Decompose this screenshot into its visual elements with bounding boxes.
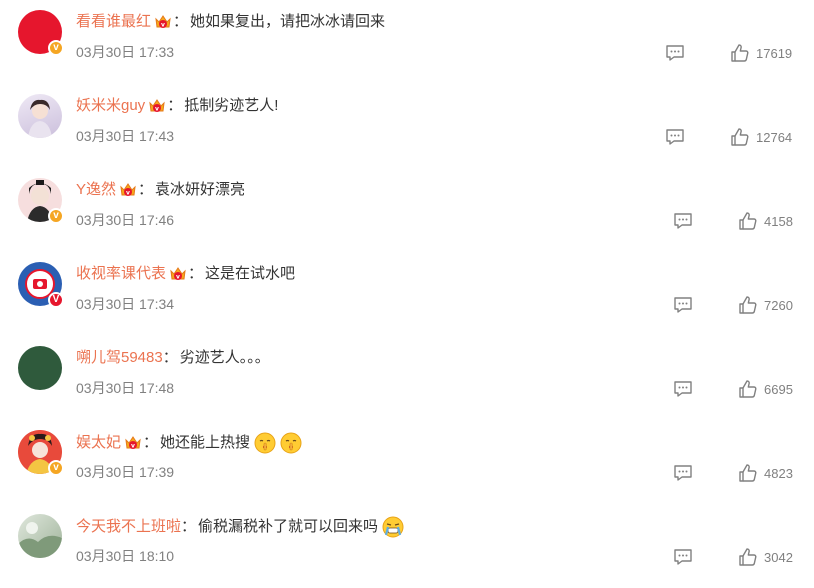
avatar[interactable]: v <box>18 430 64 476</box>
cry-emoji <box>382 516 404 538</box>
like-count: 17619 <box>756 45 793 61</box>
verified-v-icon: v <box>48 208 64 224</box>
verified-v-icon: v <box>48 40 64 56</box>
vip-crown-icon: v <box>168 265 188 283</box>
like-count: 6695 <box>764 381 793 397</box>
comment-icon[interactable] <box>673 464 693 482</box>
comment-text: 她还能上热搜 <box>160 434 251 451</box>
comment-line: Y逸然 v ：袁冰妍好漂亮 <box>76 180 245 200</box>
comment-timestamp: 03月30日 18:10 <box>76 548 175 564</box>
like-button[interactable]: 17619 <box>730 42 792 64</box>
comment-item: 今天我不上班啦：偷税漏税补了就可以回来吗 03月30日 18:10 3042 <box>0 504 814 588</box>
like-count: 4823 <box>764 465 793 481</box>
thumbs-up-icon <box>738 295 758 315</box>
vip-crown-icon: v <box>123 434 143 452</box>
comment-icon[interactable] <box>673 548 693 566</box>
like-count: 7260 <box>764 297 793 313</box>
like-count: 4158 <box>764 213 793 229</box>
comment-line: 今天我不上班啦：偷税漏税补了就可以回来吗 <box>76 516 404 538</box>
verified-v-icon: V <box>48 292 64 308</box>
colon-separator: ： <box>143 434 159 451</box>
colon-separator: ： <box>188 265 204 282</box>
avatar[interactable] <box>18 346 62 390</box>
comment-icon[interactable] <box>673 296 693 314</box>
username-link[interactable]: 嗍儿驾59483 <box>76 348 163 368</box>
comment-item: v Y逸然 v ：袁冰妍好漂亮 03月30日 17:46 4158 <box>0 168 814 252</box>
colon-separator: ： <box>167 97 183 114</box>
comment-line: 收视率课代表 v ：这是在试水吧 <box>76 264 295 284</box>
comment-item: V 收视率课代表 v ：这是在试水吧 03月30日 17:34 7260 <box>0 252 814 336</box>
colon-separator: ： <box>162 349 178 366</box>
comment-timestamp: 03月30日 17:34 <box>76 296 175 312</box>
like-button[interactable]: 7260 <box>738 294 793 316</box>
thumbs-up-icon <box>738 211 758 231</box>
comment-timestamp: 03月30日 17:43 <box>76 128 175 144</box>
comment-timestamp: 03月30日 17:39 <box>76 464 175 480</box>
comment-line: 嗍儿驾59483：劣迹艺人。。。 <box>76 348 270 368</box>
comment-item: 妖米米guy v ：抵制劣迹艺人! 03月30日 17:43 12764 <box>0 84 814 168</box>
verified-v-icon: v <box>48 460 64 476</box>
shush-emoji <box>280 432 302 454</box>
username-link[interactable]: 收视率课代表 <box>76 264 166 284</box>
like-button[interactable]: 6695 <box>738 378 793 400</box>
vip-crown-icon: v <box>118 181 138 199</box>
username-link[interactable]: 看看谁最红 <box>76 12 151 32</box>
comment-item: v 娱太妃 v ：她还能上热搜 03月30日 17:39 4823 <box>0 420 814 504</box>
svg-text:v: v <box>155 106 159 113</box>
comment-item: v 看看谁最红 v ：她如果复出，请把冰冰请回来 03月30日 17:33 17619 <box>0 0 814 84</box>
comment-text: 这是在试水吧 <box>205 265 296 282</box>
thumbs-up-icon <box>738 379 758 399</box>
shush-emoji <box>254 432 276 454</box>
username-link[interactable]: 娱太妃 <box>76 433 121 453</box>
comment-timestamp: 03月30日 17:33 <box>76 44 175 60</box>
comment-text: 劣迹艺人。。。 <box>179 349 270 366</box>
thumbs-up-icon <box>730 43 750 63</box>
username-link[interactable]: 妖米米guy <box>76 96 145 116</box>
comment-icon[interactable] <box>665 128 685 146</box>
comment-item: 嗍儿驾59483：劣迹艺人。。。 03月30日 17:48 6695 <box>0 336 814 420</box>
avatar[interactable] <box>18 514 62 558</box>
like-count: 3042 <box>764 549 793 565</box>
vip-crown-icon: v <box>153 13 173 31</box>
comment-icon[interactable] <box>673 380 693 398</box>
avatar[interactable] <box>18 94 62 138</box>
vip-crown-icon: v <box>147 97 167 115</box>
comment-timestamp: 03月30日 17:48 <box>76 380 175 396</box>
comment-text: 抵制劣迹艺人! <box>184 97 279 114</box>
svg-text:v: v <box>161 22 165 29</box>
colon-separator: ： <box>181 518 197 535</box>
comment-line: 娱太妃 v ：她还能上热搜 <box>76 432 302 454</box>
like-button[interactable]: 4823 <box>738 462 793 484</box>
comment-text: 偷税漏税补了就可以回来吗 <box>198 518 379 535</box>
avatar[interactable]: v <box>18 178 64 224</box>
thumbs-up-icon <box>730 127 750 147</box>
comment-line: 妖米米guy v ：抵制劣迹艺人! <box>76 96 278 116</box>
username-link[interactable]: Y逸然 <box>76 180 116 200</box>
username-link[interactable]: 今天我不上班啦 <box>76 517 181 537</box>
like-button[interactable]: 3042 <box>738 546 793 568</box>
comment-timestamp: 03月30日 17:46 <box>76 212 175 228</box>
thumbs-up-icon <box>738 547 758 567</box>
comment-text: 她如果复出，请把冰冰请回来 <box>190 13 386 30</box>
colon-separator: ： <box>138 181 154 198</box>
thumbs-up-icon <box>738 463 758 483</box>
like-count: 12764 <box>756 129 793 145</box>
avatar[interactable]: v <box>18 10 64 56</box>
svg-text:v: v <box>176 274 180 281</box>
colon-separator: ： <box>173 13 189 30</box>
svg-text:v: v <box>126 190 130 197</box>
comment-line: 看看谁最红 v ：她如果复出，请把冰冰请回来 <box>76 12 385 32</box>
svg-text:v: v <box>131 443 135 450</box>
avatar[interactable]: V <box>18 262 64 308</box>
like-button[interactable]: 12764 <box>730 126 792 148</box>
comment-icon[interactable] <box>665 44 685 62</box>
comment-icon[interactable] <box>673 212 693 230</box>
comment-text: 袁冰妍好漂亮 <box>155 181 246 198</box>
like-button[interactable]: 4158 <box>738 210 793 232</box>
